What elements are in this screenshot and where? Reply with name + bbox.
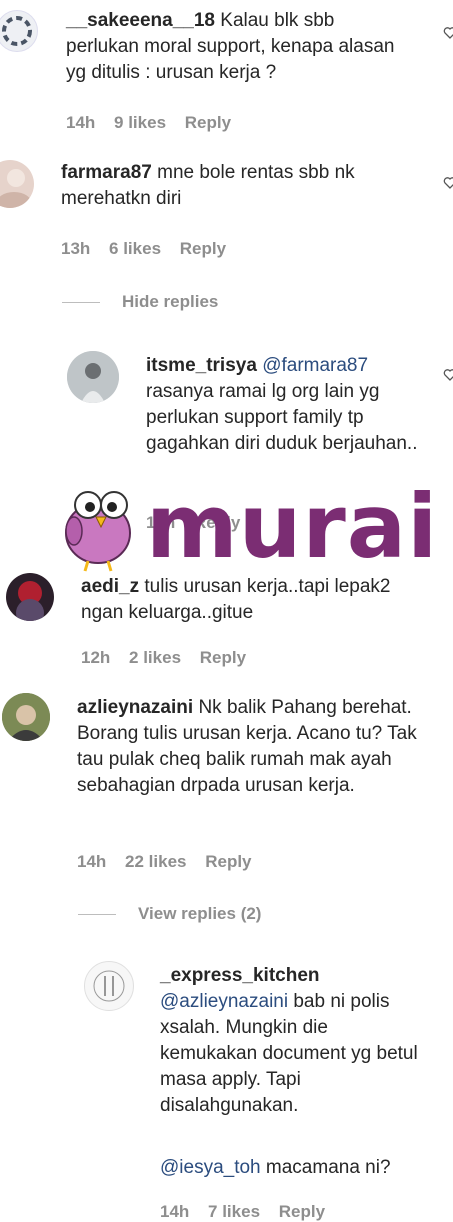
view-replies-label: View replies (2) xyxy=(138,904,262,923)
comment-username[interactable]: aedi_z xyxy=(81,576,139,597)
avatar[interactable] xyxy=(2,693,50,741)
reply-button[interactable]: Reply xyxy=(200,648,246,667)
comment-time: 13h xyxy=(61,239,91,258)
comment-time: 14h xyxy=(160,1202,190,1221)
brand-text: murai xyxy=(146,475,439,578)
likes-count[interactable]: 22 likes xyxy=(125,852,186,871)
avatar-photo-icon xyxy=(2,693,50,741)
comment-username[interactable]: farmara87 xyxy=(61,162,152,183)
comment-meta: 14h 9 likes Reply xyxy=(66,113,245,133)
hide-replies-label: Hide replies xyxy=(122,292,219,311)
mention-link[interactable]: @azlieynazaini xyxy=(160,991,288,1012)
heart-icon[interactable] xyxy=(443,368,453,382)
thread-line xyxy=(62,302,100,304)
comment-meta: 12h 2 likes Reply xyxy=(81,648,260,668)
comment-time: 14h xyxy=(77,852,107,871)
reply-button[interactable]: Reply xyxy=(279,1202,325,1221)
heart-icon[interactable] xyxy=(443,176,453,190)
comment-meta: 14h 22 likes Reply xyxy=(77,852,266,872)
mention-link[interactable]: @iesya_toh xyxy=(160,1157,261,1178)
reply-button[interactable]: Reply xyxy=(180,239,226,258)
avatar-ring-icon xyxy=(2,16,32,46)
likes-count[interactable]: 7 likes xyxy=(208,1202,260,1221)
comment-username[interactable]: itsme_trisya xyxy=(146,355,257,376)
comment-username[interactable]: azlieynazaini xyxy=(77,697,193,718)
avatar-photo-icon xyxy=(67,351,119,403)
heart-icon[interactable] xyxy=(443,26,453,40)
likes-count[interactable]: 2 likes xyxy=(129,648,181,667)
likes-count[interactable]: 6 likes xyxy=(109,239,161,258)
avatar-photo-icon xyxy=(0,169,32,208)
reply-text-line: @iesya_toh macamana ni? xyxy=(160,1155,428,1181)
murai-watermark: murai xyxy=(58,477,437,577)
reply-button[interactable]: Reply xyxy=(205,852,251,871)
comment-time: 12h xyxy=(81,648,111,667)
reply-button[interactable]: Reply xyxy=(185,113,231,132)
avatar[interactable] xyxy=(67,351,119,403)
comment-body: rasanya ramai lg org lain yg perlukan su… xyxy=(146,381,418,454)
comment-meta: 14h 7 likes Reply xyxy=(160,1202,339,1222)
avatar-photo-icon xyxy=(16,581,44,621)
likes-count[interactable]: 9 likes xyxy=(114,113,166,132)
avatar[interactable] xyxy=(0,10,38,52)
comment-text: farmara87 mne bole rentas sbb nk merehat… xyxy=(61,160,421,212)
comment-text: __sakeeena__18 Kalau blk sbb perlukan mo… xyxy=(66,8,406,86)
hide-replies-toggle[interactable]: Hide replies xyxy=(62,292,218,312)
thread-line xyxy=(78,914,116,916)
view-replies-toggle[interactable]: View replies (2) xyxy=(78,904,261,924)
comment-username[interactable]: _express_kitchen xyxy=(160,965,320,986)
comment-text: aedi_z tulis urusan kerja..tapi lepak2 n… xyxy=(81,574,401,626)
avatar[interactable] xyxy=(6,573,54,621)
reply-text: itsme_trisya @farmara87 rasanya ramai lg… xyxy=(146,353,426,457)
comment-username[interactable]: __sakeeena__18 xyxy=(66,10,215,31)
comment-meta: 13h 6 likes Reply xyxy=(61,239,240,259)
comment-text: azlieynazaini Nk balik Pahang berehat. B… xyxy=(77,695,417,799)
comment-body: macamana ni? xyxy=(265,1157,391,1178)
bird-mascot-icon xyxy=(65,491,131,572)
avatar[interactable] xyxy=(84,961,134,1011)
avatar[interactable] xyxy=(0,160,34,208)
reply-text: _express_kitchen @azlieynazaini bab ni p… xyxy=(160,963,428,1119)
mention-link[interactable]: @farmara87 xyxy=(262,355,368,376)
kitchen-logo-icon xyxy=(93,970,125,1002)
comment-time: 14h xyxy=(66,113,96,132)
